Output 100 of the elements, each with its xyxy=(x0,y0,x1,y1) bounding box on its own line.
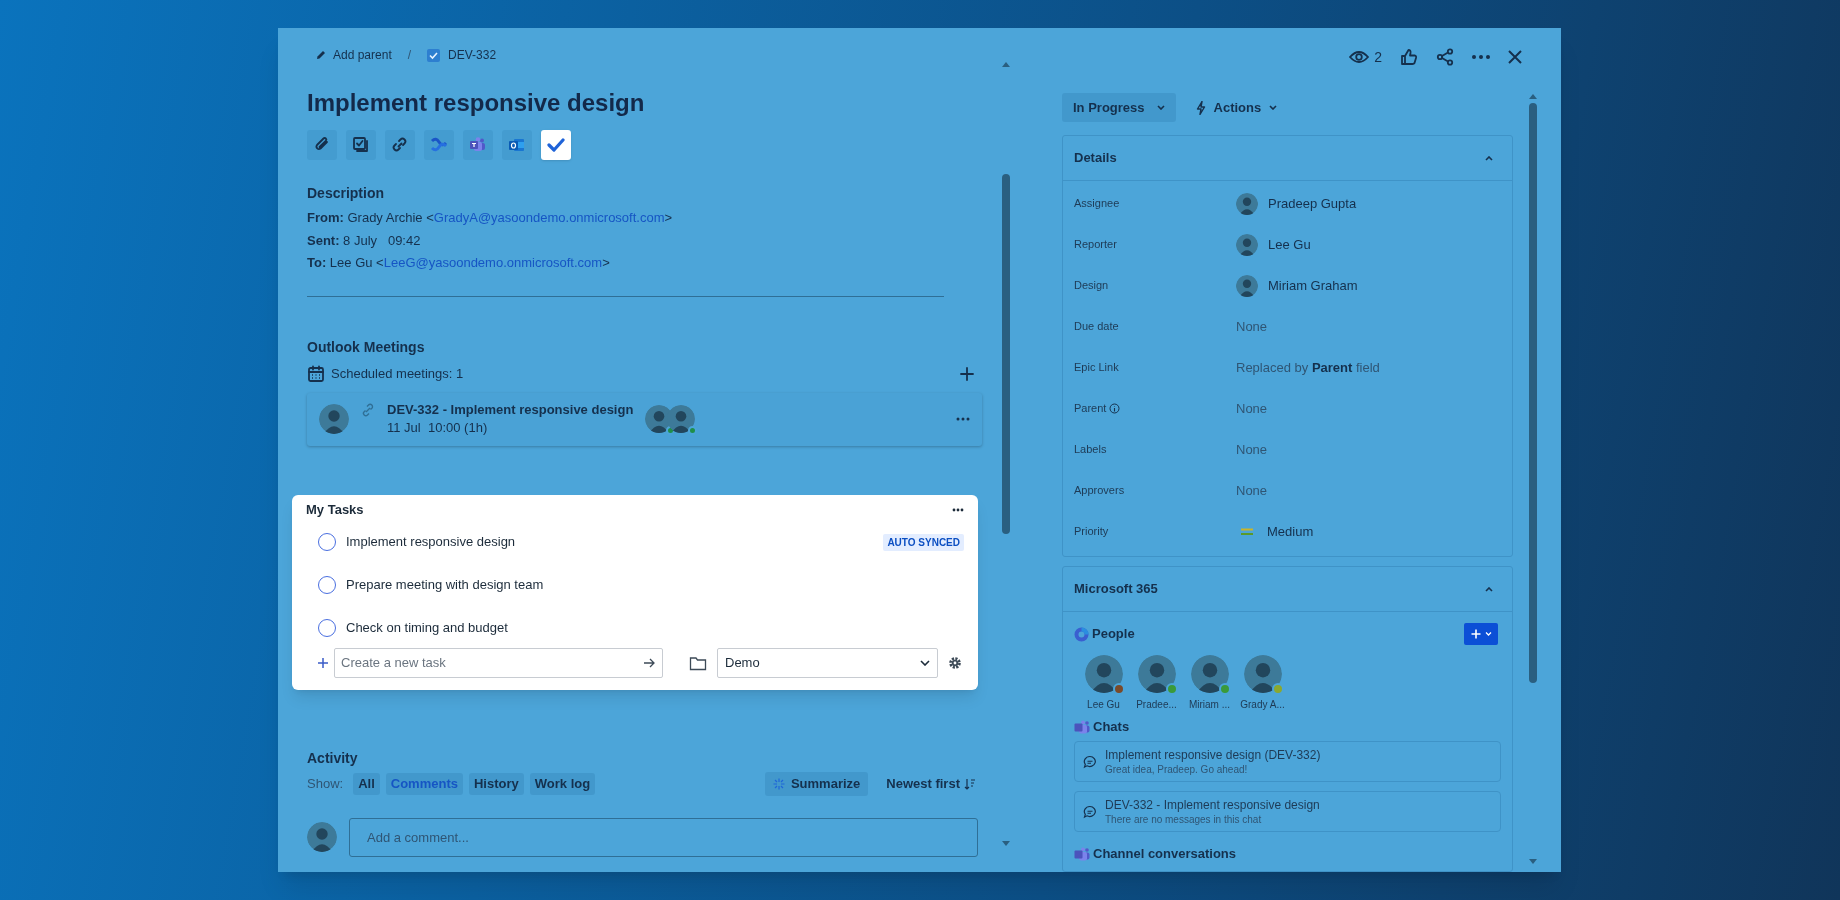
avatar xyxy=(667,405,696,433)
mail-app-icon xyxy=(508,136,526,154)
share-icon[interactable] xyxy=(1436,48,1454,66)
summarize-button[interactable]: Summarize xyxy=(764,771,869,796)
field-value: None xyxy=(1236,399,1268,418)
avatar xyxy=(1243,655,1282,693)
task-input[interactable]: Create a new task xyxy=(334,647,663,678)
scroll-up-icon xyxy=(1528,93,1538,99)
email-link[interactable]: GradyA@yasoondemo.onmicrosoft.com xyxy=(433,210,665,225)
chat-bubble-icon xyxy=(1083,754,1097,769)
field-value: None xyxy=(1236,481,1268,500)
field-value: Pradeep Gupta xyxy=(1268,194,1357,213)
link-icon xyxy=(391,136,409,154)
pencil-icon xyxy=(315,49,327,61)
chat-preview: Great idea, Pradeep. Go ahead! xyxy=(1105,762,1249,776)
breadcrumb-separator: / xyxy=(407,47,412,64)
filter-tab[interactable]: Work log xyxy=(529,772,596,795)
plus-icon xyxy=(1470,629,1481,639)
x-shape-icon xyxy=(430,136,448,154)
chevron-down-icon xyxy=(920,659,930,666)
field-value: Lee Gu xyxy=(1268,235,1311,254)
chat-item[interactable]: DEV-332 - Implement responsive design There are no messages in this chat xyxy=(1074,791,1501,832)
toolbar-button[interactable] xyxy=(502,130,532,160)
section-heading: Chats xyxy=(1093,718,1130,737)
avatar xyxy=(1190,655,1229,693)
info-icon xyxy=(1109,403,1121,414)
task-checkbox[interactable] xyxy=(318,619,336,637)
plus-icon[interactable] xyxy=(960,366,974,381)
actions-dropdown[interactable]: Actions xyxy=(1189,93,1284,122)
avatar xyxy=(1236,274,1258,297)
add-parent-link[interactable]: Add parent xyxy=(315,46,392,64)
comment-field[interactable]: Add a comment... xyxy=(349,817,978,857)
scrollbar[interactable] xyxy=(1000,61,1012,847)
panel-title: Details xyxy=(1074,149,1117,168)
field-label: Reporter xyxy=(1074,237,1117,253)
chat-item[interactable]: Implement responsive design (DEV-332) Great idea, Pradeep. Go ahead! xyxy=(1074,741,1501,782)
field-label: Labels xyxy=(1074,442,1107,458)
show-label: Show: xyxy=(307,774,344,793)
sparkle-icon xyxy=(772,777,785,790)
scroll-down-icon xyxy=(1528,859,1538,865)
field-value: Medium xyxy=(1267,522,1314,541)
avatar xyxy=(319,404,349,434)
task-text: Check on timing and budget xyxy=(346,619,509,638)
section-heading: Channel conversations xyxy=(1093,845,1237,864)
meeting-time: 11 Jul 10:00 (1h) xyxy=(387,419,489,437)
plus-icon[interactable] xyxy=(317,656,329,669)
thumbs-up-icon[interactable] xyxy=(1400,48,1418,66)
field-label: Epic Link xyxy=(1074,360,1119,376)
scrollbar-thumb[interactable] xyxy=(1529,103,1537,683)
ring-logo-icon xyxy=(1074,626,1089,642)
issue-title: Implement responsive design xyxy=(307,88,646,118)
toolbar-button[interactable] xyxy=(307,130,337,160)
sync-badge: AUTO SYNCED xyxy=(883,533,964,551)
chevron-down-icon xyxy=(1269,105,1278,110)
person-name: Lee Gu xyxy=(1087,698,1120,712)
scrollbar[interactable] xyxy=(1527,93,1539,865)
status-dropdown[interactable]: In Progress xyxy=(1062,93,1176,122)
close-icon[interactable] xyxy=(1508,50,1522,64)
arrow-right-icon[interactable] xyxy=(643,656,655,669)
filter-tab[interactable]: All xyxy=(353,772,380,795)
chat-title: Implement responsive design (DEV-332) xyxy=(1105,747,1321,763)
more-icon[interactable] xyxy=(952,507,964,512)
filter-tab[interactable]: History xyxy=(468,772,524,795)
toolbar-button[interactable] xyxy=(385,130,415,160)
description-line: From: Grady Archie <GradyA@yasoondemo.onmicrosoft.com> xyxy=(307,209,674,227)
issue-key-link[interactable]: DEV-332 xyxy=(427,46,497,64)
field-label: Assignee xyxy=(1074,196,1120,212)
scroll-up-icon xyxy=(1001,61,1011,67)
description-line: To: Lee Gu <LeeG@yasoondemo.onmicrosoft.com> xyxy=(307,254,611,272)
chat-title: DEV-332 - Implement responsive design xyxy=(1105,797,1320,813)
meeting-card[interactable]: DEV-332 - Implement responsive design 11 Jul 10:00 (1h) xyxy=(307,392,982,446)
task-text: Implement responsive design xyxy=(346,533,517,552)
chevron-up-icon[interactable] xyxy=(1485,155,1493,161)
task-checkbox[interactable] xyxy=(318,533,336,551)
folder-icon[interactable] xyxy=(689,654,707,671)
chevron-down-icon xyxy=(1156,105,1165,110)
description-line: Sent: 8 July 09:42 xyxy=(307,231,422,250)
task-checkbox[interactable] xyxy=(318,576,336,594)
chevron-up-icon[interactable] xyxy=(1485,586,1493,592)
chat-preview: There are no messages in this chat xyxy=(1105,812,1263,826)
person-name: Miriam ... xyxy=(1188,698,1231,712)
avatar xyxy=(1236,233,1258,256)
email-link[interactable]: LeeG@yasoondemo.onmicrosoft.com xyxy=(383,255,603,270)
sort-icon xyxy=(964,777,976,790)
field-value: None xyxy=(1236,317,1268,336)
add-person-button[interactable] xyxy=(1464,623,1498,645)
section-heading: Description xyxy=(307,184,385,203)
watchers-button[interactable]: 2 xyxy=(1349,46,1382,68)
sort-button[interactable]: Newest first xyxy=(886,773,976,794)
list-dropdown[interactable]: Demo xyxy=(717,647,938,678)
settings-icon[interactable] xyxy=(948,655,962,670)
chevron-down-icon xyxy=(1484,632,1492,636)
section-heading: Outlook Meetings xyxy=(307,337,426,357)
avatar xyxy=(1084,655,1123,693)
avatar xyxy=(1137,655,1176,693)
scrollbar-thumb[interactable] xyxy=(1002,174,1010,534)
toolbar-button[interactable] xyxy=(346,130,376,160)
teams-icon xyxy=(469,136,487,154)
toolbar-button[interactable] xyxy=(541,130,571,160)
tasks-title: My Tasks xyxy=(306,500,364,519)
